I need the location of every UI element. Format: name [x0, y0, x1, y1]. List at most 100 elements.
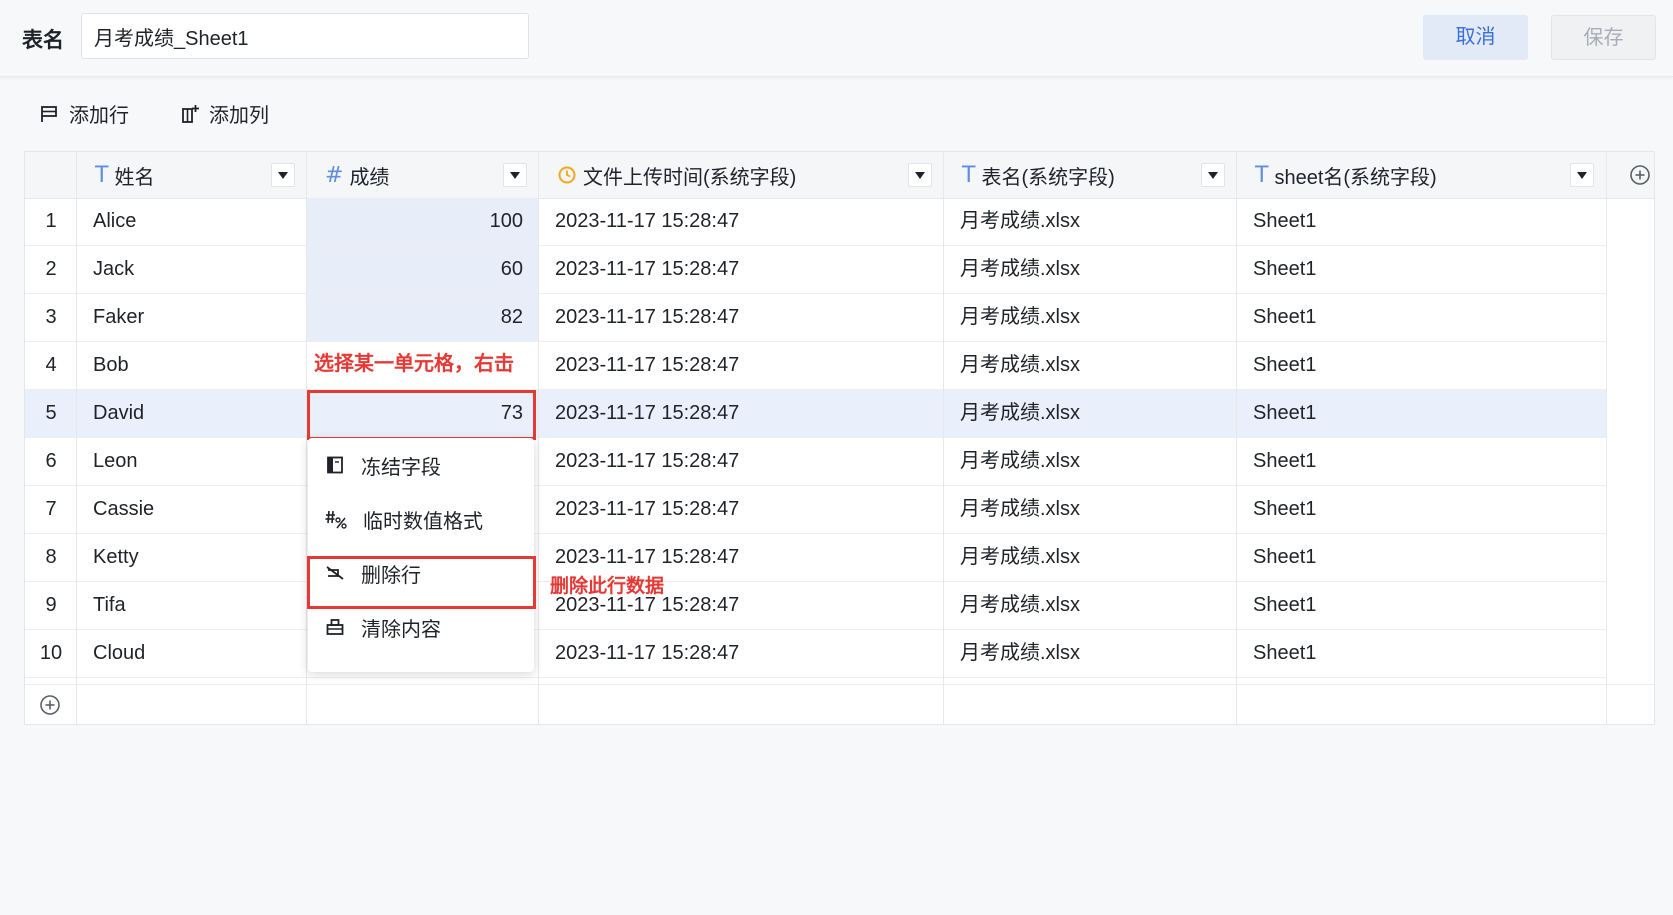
freeze-column-icon [327, 456, 343, 474]
table-row[interactable]: 3 Faker 82 2023-11-17 15:28:47 月考成绩.xlsx Shee… [25, 294, 1606, 342]
sheet-name-cell[interactable]: Sheet1 [1237, 342, 1606, 389]
add-row-button[interactable]: 添加行 [40, 99, 129, 128]
clear-content-icon [326, 619, 344, 635]
table-name-cell[interactable]: 月考成绩.xlsx [944, 582, 1237, 629]
upload-time-cell[interactable]: 2023-11-17 15:28:47 [539, 342, 944, 389]
column-header-upload-time[interactable]: 文件上传时间(系统字段) [539, 152, 944, 198]
menu-item-freeze-field[interactable]: 冻结字段 [308, 438, 534, 492]
column-header-name[interactable]: T 姓名 [77, 152, 307, 198]
add-row-icon [41, 105, 57, 122]
upload-time-cell[interactable]: 2023-11-17 15:28:47 [539, 486, 944, 533]
table-row[interactable]: 6 Leon 2023-11-17 15:28:47 月考成绩.xlsx Sheet1 [25, 438, 1606, 486]
sheet-name-cell[interactable]: Sheet1 [1237, 630, 1606, 677]
number-type-icon: # [325, 162, 344, 188]
row-index-cell[interactable]: 1 [25, 198, 77, 245]
upload-time-cell[interactable]: 2023-11-17 15:28:47 [539, 438, 944, 485]
table-name-cell[interactable]: 月考成绩.xlsx [944, 342, 1237, 389]
table-name-cell[interactable]: 月考成绩.xlsx [944, 390, 1237, 437]
column-header-table-name[interactable]: T 表名(系统字段) [944, 152, 1237, 198]
sheet-name-cell[interactable]: Sheet1 [1237, 294, 1606, 341]
table-name-cell[interactable]: 月考成绩.xlsx [944, 630, 1237, 677]
upload-time-cell[interactable]: 2023-11-17 15:28:47 [539, 294, 944, 341]
sheet-name-cell[interactable]: Sheet1 [1237, 198, 1606, 245]
row-index-cell[interactable]: 5 [25, 390, 77, 437]
clock-type-icon [558, 166, 576, 184]
select-cell-annotation: 选择某一单元格，右击 [314, 353, 514, 375]
table-row[interactable]: 2 Jack 60 2023-11-17 15:28:47 月考成绩.xlsx Sheet… [25, 246, 1606, 294]
table-name-input[interactable] [81, 13, 529, 59]
column-header-score[interactable]: # 成绩 [307, 152, 539, 198]
name-cell[interactable]: David [77, 390, 307, 437]
score-cell[interactable]: 100 [307, 198, 539, 245]
table-row[interactable]: 7 Cassie 2023-11-17 15:28:47 月考成绩.xlsx Sheet… [25, 486, 1606, 534]
row-index-cell[interactable]: 10 [25, 630, 77, 677]
name-cell[interactable]: Cloud [77, 630, 307, 677]
sheet-name-cell[interactable]: Sheet1 [1237, 390, 1606, 437]
table-name-cell[interactable]: 月考成绩.xlsx [944, 294, 1237, 341]
sheet-name-cell[interactable]: Sheet1 [1237, 534, 1606, 581]
sheet-name-cell[interactable]: Sheet1 [1237, 438, 1606, 485]
column-dropdown-button[interactable] [1570, 163, 1594, 187]
save-button[interactable]: 保存 [1551, 15, 1656, 60]
table-name-cell[interactable]: 月考成绩.xlsx [944, 198, 1237, 245]
table-row[interactable]: 1 Alice 100 2023-11-17 15:28:47 月考成绩.xlsx She… [25, 198, 1606, 246]
add-column-plus-icon[interactable] [1629, 164, 1651, 186]
sheet-name-cell[interactable]: Sheet1 [1237, 246, 1606, 293]
name-cell[interactable]: Jack [77, 246, 307, 293]
name-cell[interactable]: Cassie [77, 486, 307, 533]
table-name-cell[interactable]: 月考成绩.xlsx [944, 438, 1237, 485]
name-cell[interactable]: Leon [77, 438, 307, 485]
name-cell[interactable]: Bob [77, 342, 307, 389]
cancel-button[interactable]: 取消 [1423, 15, 1528, 60]
name-cell[interactable]: Alice [77, 198, 307, 245]
column-header-sheet-name[interactable]: T sheet名(系统字段) [1237, 152, 1606, 198]
table-name-cell[interactable]: 月考成绩.xlsx [944, 486, 1237, 533]
column-header-label: 姓名 [114, 166, 155, 189]
column-header-label: sheet名(系统字段) [1274, 166, 1437, 189]
name-cell[interactable]: Ketty [77, 534, 307, 581]
table-name-cell[interactable]: 月考成绩.xlsx [944, 246, 1237, 293]
add-row-plus-icon[interactable] [39, 694, 61, 716]
row-index-cell[interactable]: 4 [25, 342, 77, 389]
score-cell[interactable]: 82 [307, 294, 539, 341]
menu-item-label: 临时数值格式 [363, 510, 483, 533]
add-column-icon [182, 104, 199, 123]
row-index-cell[interactable]: 6 [25, 438, 77, 485]
row-index-cell[interactable]: 3 [25, 294, 77, 341]
column-dropdown-button[interactable] [271, 163, 295, 187]
table-row[interactable]: 8 Ketty 2023-11-17 15:28:47 月考成绩.xlsx Sheet1 [25, 534, 1606, 582]
grid-header: T 姓名 # 成绩 文件上传时间(系统字段) T 表名(系统字段) T shee… [25, 152, 1654, 199]
menu-item-label: 清除内容 [361, 618, 441, 641]
text-type-icon: T [962, 162, 976, 188]
column-header-label: 成绩 [349, 166, 390, 189]
table-row[interactable]: 9 Tifa 2023-11-17 15:28:47 月考成绩.xlsx Sheet1 [25, 582, 1606, 630]
column-header-label: 文件上传时间(系统字段) [583, 166, 797, 189]
row-index-cell[interactable]: 2 [25, 246, 77, 293]
row-index-cell[interactable]: 7 [25, 486, 77, 533]
upload-time-cell[interactable]: 2023-11-17 15:28:47 [539, 198, 944, 245]
column-dropdown-button[interactable] [503, 163, 527, 187]
column-dropdown-button[interactable] [908, 163, 932, 187]
row-index-cell[interactable]: 8 [25, 534, 77, 581]
name-cell[interactable]: Faker [77, 294, 307, 341]
data-grid: T 姓名 # 成绩 文件上传时间(系统字段) T 表名(系统字段) T shee… [24, 151, 1655, 725]
table-row[interactable]: 10 Cloud 2023-11-17 15:28:47 月考成绩.xlsx Sheet… [25, 630, 1606, 678]
menu-item-number-format[interactable]: 临时数值格式 [308, 492, 534, 546]
top-bar: 表名 取消 保存 [0, 0, 1673, 77]
add-column-label: 添加列 [209, 105, 269, 127]
add-row-label: 添加行 [69, 105, 129, 127]
table-row[interactable]: 4 Bob 2023-11-17 15:28:47 月考成绩.xlsx Sheet1 [25, 342, 1606, 390]
upload-time-cell[interactable]: 2023-11-17 15:28:47 [539, 390, 944, 437]
table-name-label: 表名 [22, 29, 64, 52]
table-name-cell[interactable]: 月考成绩.xlsx [944, 534, 1237, 581]
upload-time-cell[interactable]: 2023-11-17 15:28:47 [539, 630, 944, 677]
row-index-cell[interactable]: 9 [25, 582, 77, 629]
name-cell[interactable]: Tifa [77, 582, 307, 629]
add-column-button[interactable]: 添加列 [180, 99, 269, 128]
table-row[interactable]: 5 David 73 2023-11-17 15:28:47 月考成绩.xlsx Shee… [25, 390, 1606, 438]
sheet-name-cell[interactable]: Sheet1 [1237, 486, 1606, 533]
sheet-name-cell[interactable]: Sheet1 [1237, 582, 1606, 629]
score-cell[interactable]: 60 [307, 246, 539, 293]
upload-time-cell[interactable]: 2023-11-17 15:28:47 [539, 246, 944, 293]
column-dropdown-button[interactable] [1201, 163, 1225, 187]
